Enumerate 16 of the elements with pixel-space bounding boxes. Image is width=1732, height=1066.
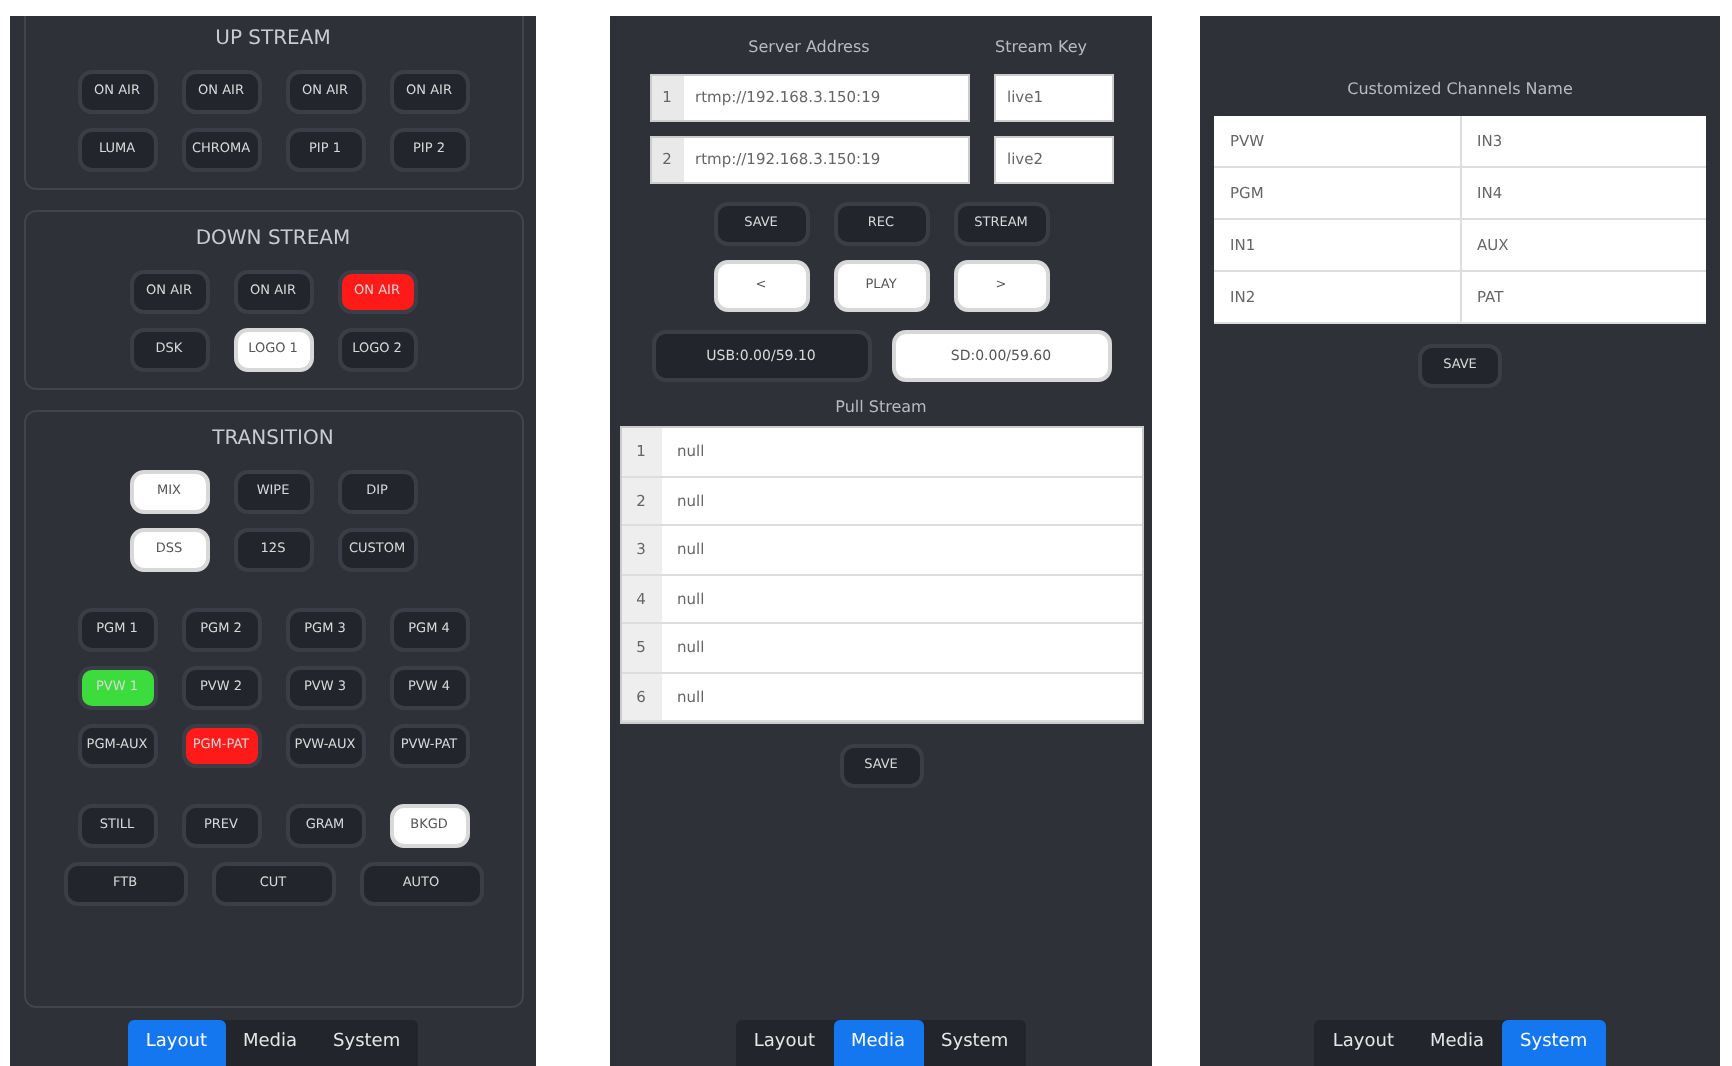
column-heading: Stream Key [993, 36, 1089, 60]
section-title: DOWN STREAM [195, 226, 351, 254]
section-title: TRANSITION [212, 426, 334, 454]
section-heading: Customized Channels Name [1347, 78, 1573, 102]
tab[interactable]: Layout [1314, 1019, 1412, 1066]
tab[interactable]: Media [833, 1019, 924, 1066]
column-heading: Server Address [746, 36, 872, 60]
tab[interactable]: System [315, 1019, 419, 1066]
tab[interactable]: Layout [127, 1019, 225, 1066]
tab[interactable]: Media [225, 1019, 316, 1066]
section-title: UP STREAM [215, 26, 331, 54]
tab[interactable]: System [1502, 1019, 1606, 1066]
tab[interactable]: Layout [735, 1019, 833, 1066]
section-heading: Pull Stream [835, 396, 927, 420]
tab[interactable]: Media [1412, 1019, 1503, 1066]
tab[interactable]: System [923, 1019, 1027, 1066]
